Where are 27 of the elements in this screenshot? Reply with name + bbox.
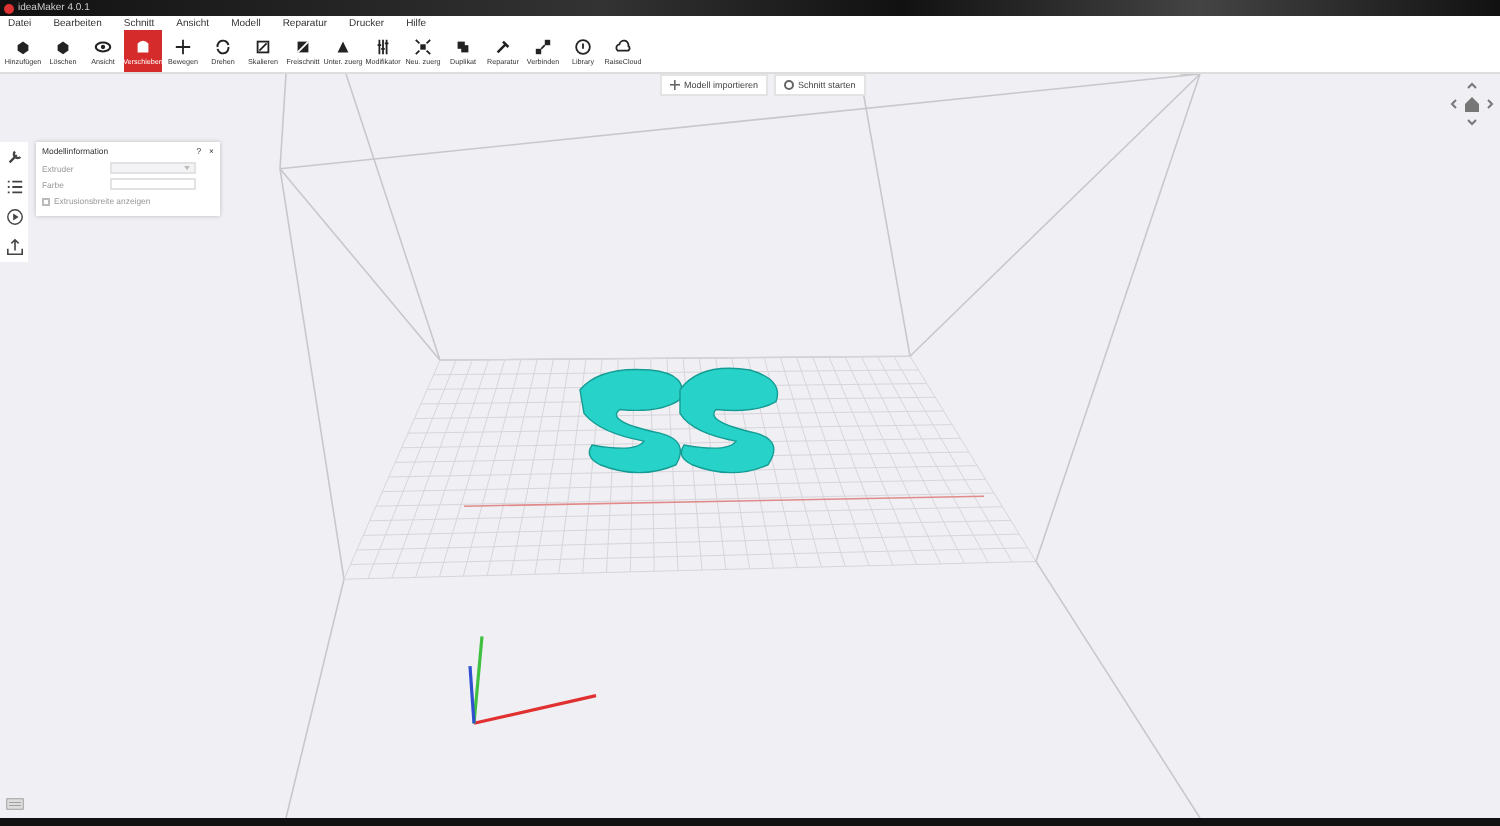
- wrench-icon[interactable]: [5, 148, 23, 166]
- view-icon: [94, 37, 112, 55]
- duplicate-icon: [454, 37, 472, 55]
- remove-icon: [54, 37, 72, 55]
- move-icon: [174, 37, 192, 55]
- checkbox[interactable]: [42, 197, 50, 205]
- view-navigation-icon[interactable]: [1448, 80, 1496, 128]
- export-icon[interactable]: [5, 238, 23, 256]
- repair-icon: [494, 37, 512, 55]
- list-icon[interactable]: [5, 178, 23, 196]
- merge-icon: [534, 37, 552, 55]
- layout-icon: [414, 37, 432, 55]
- rotate-icon: [214, 37, 232, 55]
- app-logo-icon: [4, 3, 14, 13]
- circle-icon: [784, 80, 795, 90]
- add-icon: [14, 37, 32, 55]
- play-icon[interactable]: [5, 208, 23, 226]
- plus-icon: [670, 80, 680, 90]
- caret-icon: [184, 166, 190, 170]
- cut-icon: [294, 37, 312, 55]
- library-icon: [574, 37, 592, 55]
- axis-indicator-drawing: [468, 636, 597, 725]
- cloud-icon: [614, 37, 632, 55]
- input-field[interactable]: [110, 178, 196, 190]
- modifier-icon: [374, 37, 392, 55]
- support-icon: [334, 37, 352, 55]
- scale-icon: [254, 37, 272, 55]
